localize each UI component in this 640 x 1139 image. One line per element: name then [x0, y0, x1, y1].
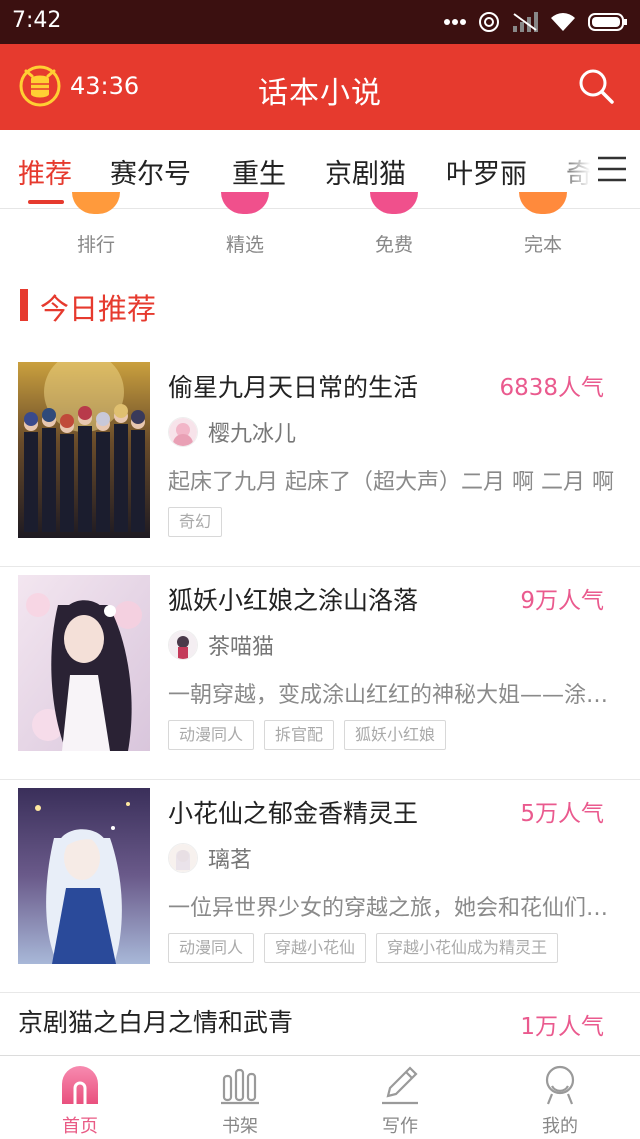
category-completed[interactable]: 完本	[483, 192, 603, 268]
book-tags: 动漫同人 拆官配 狐妖小红娘	[168, 720, 447, 750]
tab-saierhao[interactable]: 赛尔号	[110, 152, 191, 191]
book-tag[interactable]: 动漫同人	[168, 720, 255, 750]
book-item[interactable]: 京剧猫之白月之情和武青 1万人气	[0, 983, 640, 1055]
completed-icon	[519, 192, 567, 214]
book-title[interactable]: 偷星九月天日常的生活	[168, 368, 418, 404]
book-popularity: 1万人气	[520, 1014, 604, 1040]
author-avatar	[168, 843, 198, 873]
page-title: 话本小说	[258, 76, 382, 111]
book-author[interactable]: 樱九冰儿	[168, 416, 296, 448]
tab-chongsheng[interactable]: 重生	[232, 152, 286, 191]
book-tag[interactable]: 动漫同人	[168, 933, 255, 963]
tab-indicator	[28, 200, 64, 204]
category-featured[interactable]: 精选	[185, 192, 305, 268]
section-marker	[20, 289, 28, 321]
category-label: 精选	[225, 234, 264, 256]
section-title: 今日推荐	[40, 292, 157, 326]
book-item[interactable]: 偷星九月天日常的生活 6838人气 樱九冰儿 起床了九月 起床了（超大声）二月 …	[0, 354, 640, 567]
category-ranking[interactable]: 排行	[36, 192, 156, 268]
category-free[interactable]: 免费	[334, 192, 454, 268]
status-icons	[444, 10, 628, 34]
home-icon	[60, 1064, 100, 1106]
book-popularity: 6838人气	[499, 375, 604, 401]
author-avatar	[168, 630, 198, 660]
book-tag[interactable]: 拆官配	[264, 720, 335, 750]
app-header: 43:36 话本小说	[0, 44, 640, 130]
hotspot-icon	[479, 12, 499, 32]
book-tag[interactable]: 奇幻	[168, 507, 223, 537]
tab-yeluoli[interactable]: 叶罗丽	[446, 152, 527, 191]
nav-label: 书架	[222, 1116, 258, 1137]
book-description: 一朝穿越，变成涂山红红的神秘大姐——涂山洛落	[168, 683, 620, 708]
status-bar: 7:42	[0, 0, 640, 44]
author-avatar	[168, 417, 198, 447]
nav-label: 首页	[62, 1116, 98, 1137]
category-label: 免费	[374, 234, 413, 256]
nav-home[interactable]: 首页	[20, 1056, 140, 1139]
wifi-icon	[551, 13, 575, 31]
signal-icon	[513, 12, 538, 32]
book-author[interactable]: 茶喵猫	[168, 629, 274, 661]
author-name: 樱九冰儿	[208, 422, 297, 447]
book-item[interactable]: 狐妖小红娘之涂山洛落 9万人气 茶喵猫 一朝穿越，变成涂山红红的神秘大姐——涂山…	[0, 567, 640, 780]
nav-profile[interactable]: 我的	[500, 1056, 620, 1139]
book-tag[interactable]: 穿越小花仙	[264, 933, 367, 963]
bottom-nav: 首页 书架 写作 我的	[0, 1055, 640, 1139]
category-label: 完本	[523, 234, 562, 256]
battery-icon	[588, 13, 627, 31]
status-time: 7:42	[12, 8, 62, 33]
book-popularity: 5万人气	[520, 801, 604, 827]
book-tag[interactable]: 穿越小花仙成为精灵王	[376, 933, 559, 963]
search-icon[interactable]	[576, 66, 616, 106]
book-description: 起床了九月 起床了（超大声）二月 啊 二月 啊	[168, 470, 614, 495]
book-cover[interactable]	[18, 788, 150, 964]
book-tags: 动漫同人 穿越小花仙 穿越小花仙成为精灵王	[168, 933, 559, 963]
author-name: 璃茗	[208, 848, 253, 873]
book-tag[interactable]: 狐妖小红娘	[344, 720, 447, 750]
book-description: 一位异世界少女的穿越之旅，她会和花仙们一起	[168, 896, 620, 921]
book-cover[interactable]	[18, 575, 150, 751]
featured-icon	[221, 192, 269, 214]
author-name: 茶喵猫	[208, 635, 275, 660]
nav-label: 写作	[382, 1116, 418, 1137]
book-title[interactable]: 狐妖小红娘之涂山洛落	[168, 581, 418, 617]
user-icon	[540, 1064, 580, 1106]
book-author[interactable]: 璃茗	[168, 842, 252, 874]
tabs-menu-icon[interactable]	[596, 154, 628, 184]
more-dots-icon	[444, 19, 466, 25]
bookshelf-icon	[220, 1064, 260, 1106]
book-popularity: 9万人气	[520, 588, 604, 614]
nav-bookshelf[interactable]: 书架	[180, 1056, 300, 1139]
nav-write[interactable]: 写作	[340, 1056, 460, 1139]
book-tags: 奇幻	[168, 507, 223, 537]
free-icon	[370, 192, 418, 214]
tab-jingjumao[interactable]: 京剧猫	[325, 152, 406, 191]
book-title[interactable]: 京剧猫之白月之情和武青	[18, 1003, 293, 1039]
book-title[interactable]: 小花仙之郁金香精灵王	[168, 794, 418, 830]
tab-tuijian[interactable]: 推荐	[18, 152, 72, 191]
nav-label: 我的	[542, 1116, 578, 1137]
ranking-icon	[72, 192, 120, 214]
category-label: 排行	[76, 234, 115, 256]
pen-icon	[380, 1064, 420, 1106]
book-cover[interactable]	[18, 362, 150, 538]
book-item[interactable]: 小花仙之郁金香精灵王 5万人气 璃茗 一位异世界少女的穿越之旅，她会和花仙们一起…	[0, 780, 640, 993]
